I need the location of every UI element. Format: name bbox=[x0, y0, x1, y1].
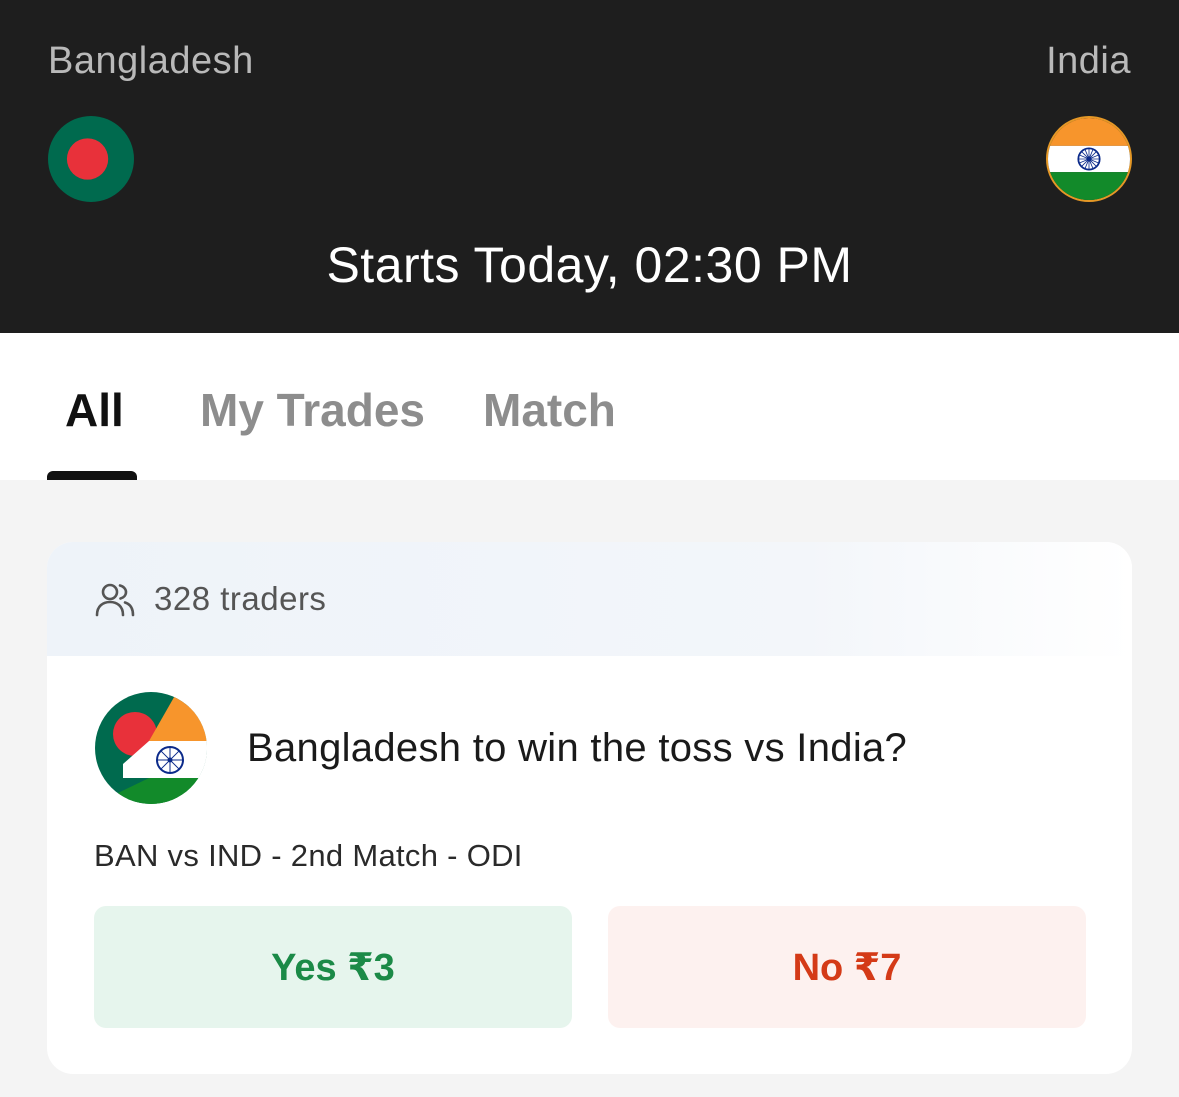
india-flag-icon bbox=[1046, 116, 1132, 202]
active-tab-indicator bbox=[47, 471, 137, 480]
no-button[interactable]: No ₹7 bbox=[608, 906, 1086, 1028]
bangladesh-india-combined-flag-icon bbox=[95, 692, 207, 804]
match-subtitle: BAN vs IND - 2nd Match - ODI bbox=[94, 838, 523, 873]
team-left-name: Bangladesh bbox=[48, 40, 254, 82]
market-card[interactable]: 328 traders Bangladesh to win the toss v… bbox=[47, 542, 1132, 1074]
bangladesh-flag-icon bbox=[48, 116, 134, 202]
traders-count: 328 traders bbox=[154, 580, 327, 617]
yes-button[interactable]: Yes ₹3 bbox=[94, 906, 572, 1028]
match-header: Bangladesh India Starts Today, 02:30 PM bbox=[0, 0, 1179, 333]
match-start-time: Starts Today, 02:30 PM bbox=[326, 237, 853, 293]
team-right-name: India bbox=[1046, 40, 1131, 82]
users-icon bbox=[95, 583, 135, 617]
card-traders-bar: 328 traders bbox=[47, 542, 1132, 656]
market-question[interactable]: Bangladesh to win the toss vs India? bbox=[247, 726, 907, 771]
tab-match[interactable]: Match bbox=[483, 383, 616, 437]
tab-my-trades[interactable]: My Trades bbox=[200, 383, 425, 437]
tab-bar: All My Trades Match bbox=[0, 333, 1179, 480]
tab-all[interactable]: All bbox=[65, 383, 124, 437]
